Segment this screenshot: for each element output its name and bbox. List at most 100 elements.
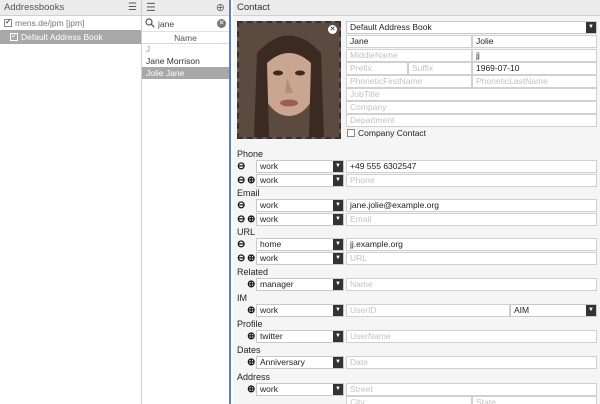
- chevron-down-icon: ▼: [333, 279, 343, 290]
- related-name-field[interactable]: Name: [346, 278, 597, 291]
- url-section-label: URL: [237, 227, 256, 237]
- address-section-label: Address: [237, 372, 271, 382]
- remove-icon[interactable]: ⊖: [237, 239, 245, 250]
- menu-icon[interactable]: ☰: [146, 1, 156, 14]
- contact-header: Contact: [233, 0, 600, 16]
- group-letter: J: [146, 45, 150, 54]
- chevron-down-icon: ▼: [333, 384, 343, 395]
- related-type-select[interactable]: manager ▼: [256, 278, 344, 291]
- date-field[interactable]: Date: [346, 356, 597, 369]
- addressbook-item[interactable]: Default Address Book: [0, 30, 141, 44]
- first-name-field[interactable]: Jane: [346, 35, 472, 48]
- add-contact-icon[interactable]: ⊕: [216, 1, 225, 14]
- phonetic-last-field[interactable]: PhoneticLastName: [472, 75, 597, 88]
- contact-detail-pane: Contact ✕ Default Address Book ▼ Jane Jo…: [233, 0, 600, 404]
- url-field[interactable]: URL: [346, 252, 597, 265]
- remove-icon[interactable]: ⊖: [237, 200, 245, 211]
- related-section-label: Related: [237, 267, 269, 277]
- im-service-value: AIM: [514, 305, 530, 315]
- state-field[interactable]: State: [472, 396, 597, 404]
- profile-type-value: twitter: [260, 331, 283, 341]
- chevron-down-icon: ▼: [333, 305, 343, 316]
- contacts-app: Addressbooks ☰ mens.de/jpm [jpm] Default…: [0, 0, 600, 404]
- phone-type-select[interactable]: work ▼: [256, 174, 344, 187]
- prefix-field[interactable]: Prefix: [346, 62, 408, 75]
- chevron-down-icon: ▼: [333, 253, 343, 264]
- im-section-label: IM: [237, 293, 247, 303]
- birthday-field[interactable]: 1969-07-10: [472, 62, 597, 75]
- list-item[interactable]: Jolie Jane: [142, 67, 229, 79]
- add-icon[interactable]: ⊕: [247, 305, 255, 316]
- email-type-select[interactable]: work ▼: [256, 213, 344, 226]
- phone-field[interactable]: +49 555 6302547: [346, 160, 597, 173]
- city-field[interactable]: City: [346, 396, 472, 404]
- jobtitle-field[interactable]: JobTitle: [346, 88, 597, 101]
- address-type-select[interactable]: work ▼: [256, 383, 344, 396]
- clear-search-icon[interactable]: ✕: [217, 19, 226, 28]
- search-input[interactable]: jane: [158, 19, 217, 29]
- phone-field[interactable]: Phone: [346, 174, 597, 187]
- add-icon[interactable]: ⊕: [247, 279, 255, 290]
- middle-name-field[interactable]: MiddleName: [346, 49, 472, 62]
- contact-list-pane: ☰ ⊕ jane ✕ Name J Jane Morrison Jolie Ja…: [142, 0, 231, 404]
- addressbook-select[interactable]: Default Address Book ▼: [346, 21, 597, 34]
- email-type-value: work: [260, 214, 278, 224]
- chevron-down-icon: ▼: [586, 305, 596, 316]
- phonetic-first-field[interactable]: PhoneticFirstName: [346, 75, 472, 88]
- addressbooks-title: Addressbooks: [4, 2, 65, 13]
- im-type-select[interactable]: work ▼: [256, 304, 344, 317]
- add-icon[interactable]: ⊕: [247, 175, 255, 186]
- department-field[interactable]: Department: [346, 114, 597, 127]
- dates-type-select[interactable]: Anniversary ▼: [256, 356, 344, 369]
- profile-type-select[interactable]: twitter ▼: [256, 330, 344, 343]
- addressbook-checkbox[interactable]: [10, 31, 18, 41]
- search-bar[interactable]: jane ✕: [142, 16, 229, 32]
- chevron-down-icon: ▼: [586, 22, 596, 33]
- remove-icon[interactable]: ⊖: [237, 175, 245, 186]
- list-item[interactable]: Jane Morrison: [142, 55, 229, 67]
- profile-username-field[interactable]: UserName: [346, 330, 597, 343]
- street-field[interactable]: Street: [346, 383, 597, 396]
- nickname-field[interactable]: jj: [472, 49, 597, 62]
- email-field[interactable]: jane.jolie@example.org: [346, 199, 597, 212]
- chevron-down-icon: ▼: [333, 214, 343, 225]
- name-column-header[interactable]: Name: [142, 32, 229, 44]
- phone-type-select[interactable]: work ▼: [256, 160, 344, 173]
- chevron-down-icon: ▼: [333, 161, 343, 172]
- remove-icon[interactable]: ⊖: [237, 214, 245, 225]
- chevron-down-icon: ▼: [333, 331, 343, 342]
- chevron-down-icon: ▼: [333, 239, 343, 250]
- url-field[interactable]: jj.example.org: [346, 238, 597, 251]
- url-type-select[interactable]: home ▼: [256, 238, 344, 251]
- add-icon[interactable]: ⊕: [247, 357, 255, 368]
- account-label: mens.de/jpm [jpm]: [15, 18, 85, 28]
- url-type-value: home: [260, 239, 282, 249]
- remove-icon[interactable]: ⊖: [237, 161, 245, 172]
- email-type-select[interactable]: work ▼: [256, 199, 344, 212]
- email-type-value: work: [260, 200, 278, 210]
- remove-photo-icon[interactable]: ✕: [328, 25, 337, 34]
- company-field[interactable]: Company: [346, 101, 597, 114]
- im-service-select[interactable]: AIM ▼: [510, 304, 597, 317]
- email-section-label: Email: [237, 188, 260, 198]
- add-icon[interactable]: ⊕: [247, 331, 255, 342]
- add-icon[interactable]: ⊕: [247, 384, 255, 395]
- im-userid-field[interactable]: UserID: [346, 304, 510, 317]
- account-checkbox[interactable]: [4, 17, 12, 27]
- dates-type-value: Anniversary: [260, 357, 305, 367]
- sort-icon[interactable]: ☰: [128, 2, 137, 13]
- company-contact-checkbox[interactable]: [347, 129, 355, 137]
- suffix-field[interactable]: Suffix: [408, 62, 472, 75]
- chevron-down-icon: ▼: [333, 200, 343, 211]
- email-field[interactable]: Email: [346, 213, 597, 226]
- company-contact-toggle[interactable]: Company Contact: [347, 128, 426, 138]
- add-icon[interactable]: ⊕: [247, 214, 255, 225]
- phone-type-value: work: [260, 161, 278, 171]
- url-type-select[interactable]: work ▼: [256, 252, 344, 265]
- phone-type-value: work: [260, 175, 278, 185]
- last-name-field[interactable]: Jolie: [472, 35, 597, 48]
- account-item[interactable]: mens.de/jpm [jpm]: [0, 16, 141, 30]
- remove-icon[interactable]: ⊖: [237, 253, 245, 264]
- contact-photo[interactable]: ✕: [237, 21, 341, 139]
- add-icon[interactable]: ⊕: [247, 253, 255, 264]
